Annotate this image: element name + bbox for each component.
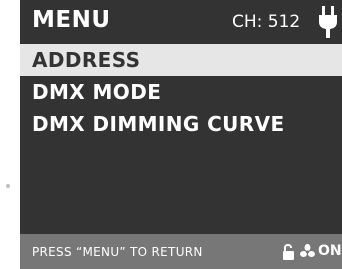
menu-item-address[interactable]: ADDRESS (20, 44, 342, 76)
channel-readout: CH: 512 (232, 12, 301, 32)
page-title: MENU (32, 7, 111, 33)
menu-item-label: ADDRESS (32, 48, 141, 72)
fan-status: ON (318, 243, 342, 259)
header-bar: MENU CH: 512 (20, 0, 342, 44)
menu-item-label: DMX MODE (32, 80, 162, 104)
return-hint: PRESS “MENU” TO RETURN (32, 245, 203, 259)
plug-icon (319, 6, 337, 38)
device-screen: MENU CH: 512 ADDRESS DMX MODE DMX DIMMIN… (20, 0, 342, 269)
unlocked-padlock-icon (283, 244, 294, 260)
menu-list: ADDRESS DMX MODE DMX DIMMING CURVE (20, 44, 342, 140)
status-bar: PRESS “MENU” TO RETURN ON (20, 234, 342, 269)
menu-item-dmx-mode[interactable]: DMX MODE (20, 76, 342, 108)
menu-item-dmx-dimming-curve[interactable]: DMX DIMMING CURVE (20, 108, 342, 140)
menu-item-label: DMX DIMMING CURVE (32, 112, 285, 136)
fan-icon (300, 244, 315, 257)
margin-dot (6, 184, 10, 188)
